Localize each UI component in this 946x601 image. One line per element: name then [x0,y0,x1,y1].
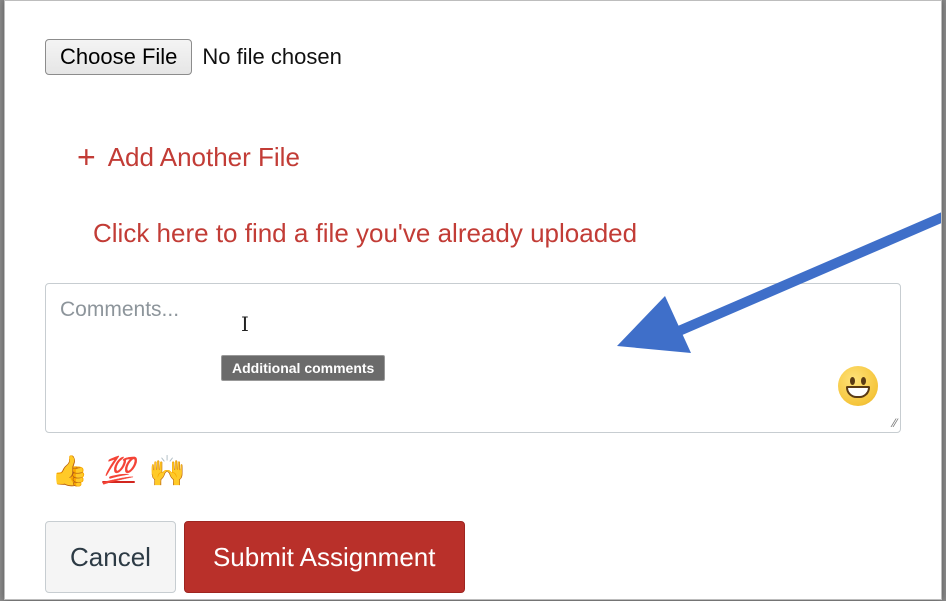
comments-field-container: I Additional comments ⁄⁄ [45,283,901,433]
resize-handle-icon[interactable]: ⁄⁄ [893,416,897,430]
comments-textarea[interactable] [46,284,900,432]
choose-file-button[interactable]: Choose File [45,39,193,75]
add-another-file-label: Add Another File [107,141,300,172]
file-status-text: No file chosen [202,44,342,69]
thumbs-up-emoji-button[interactable]: 👍 [51,457,88,487]
text-cursor-icon: I [241,312,249,336]
add-another-file-link[interactable]: + Add Another File [77,141,300,173]
plus-icon: + [77,139,96,175]
quick-emoji-bar: 👍 💯 🙌 [51,457,186,487]
emoji-picker-icon[interactable] [838,366,878,406]
hundred-emoji-button[interactable]: 💯 [102,457,134,487]
find-uploaded-file-link[interactable]: Click here to find a file you've already… [93,218,637,249]
submit-assignment-button[interactable]: Submit Assignment [183,521,465,593]
file-upload-row: Choose File No file chosen [45,39,342,75]
assignment-submission-panel: Choose File No file chosen + Add Another… [4,0,942,600]
cancel-button[interactable]: Cancel [45,521,176,593]
raised-hands-emoji-button[interactable]: 🙌 [149,457,186,487]
form-actions: Cancel Submit Assignment [45,521,465,593]
comments-tooltip: Additional comments [221,355,386,381]
